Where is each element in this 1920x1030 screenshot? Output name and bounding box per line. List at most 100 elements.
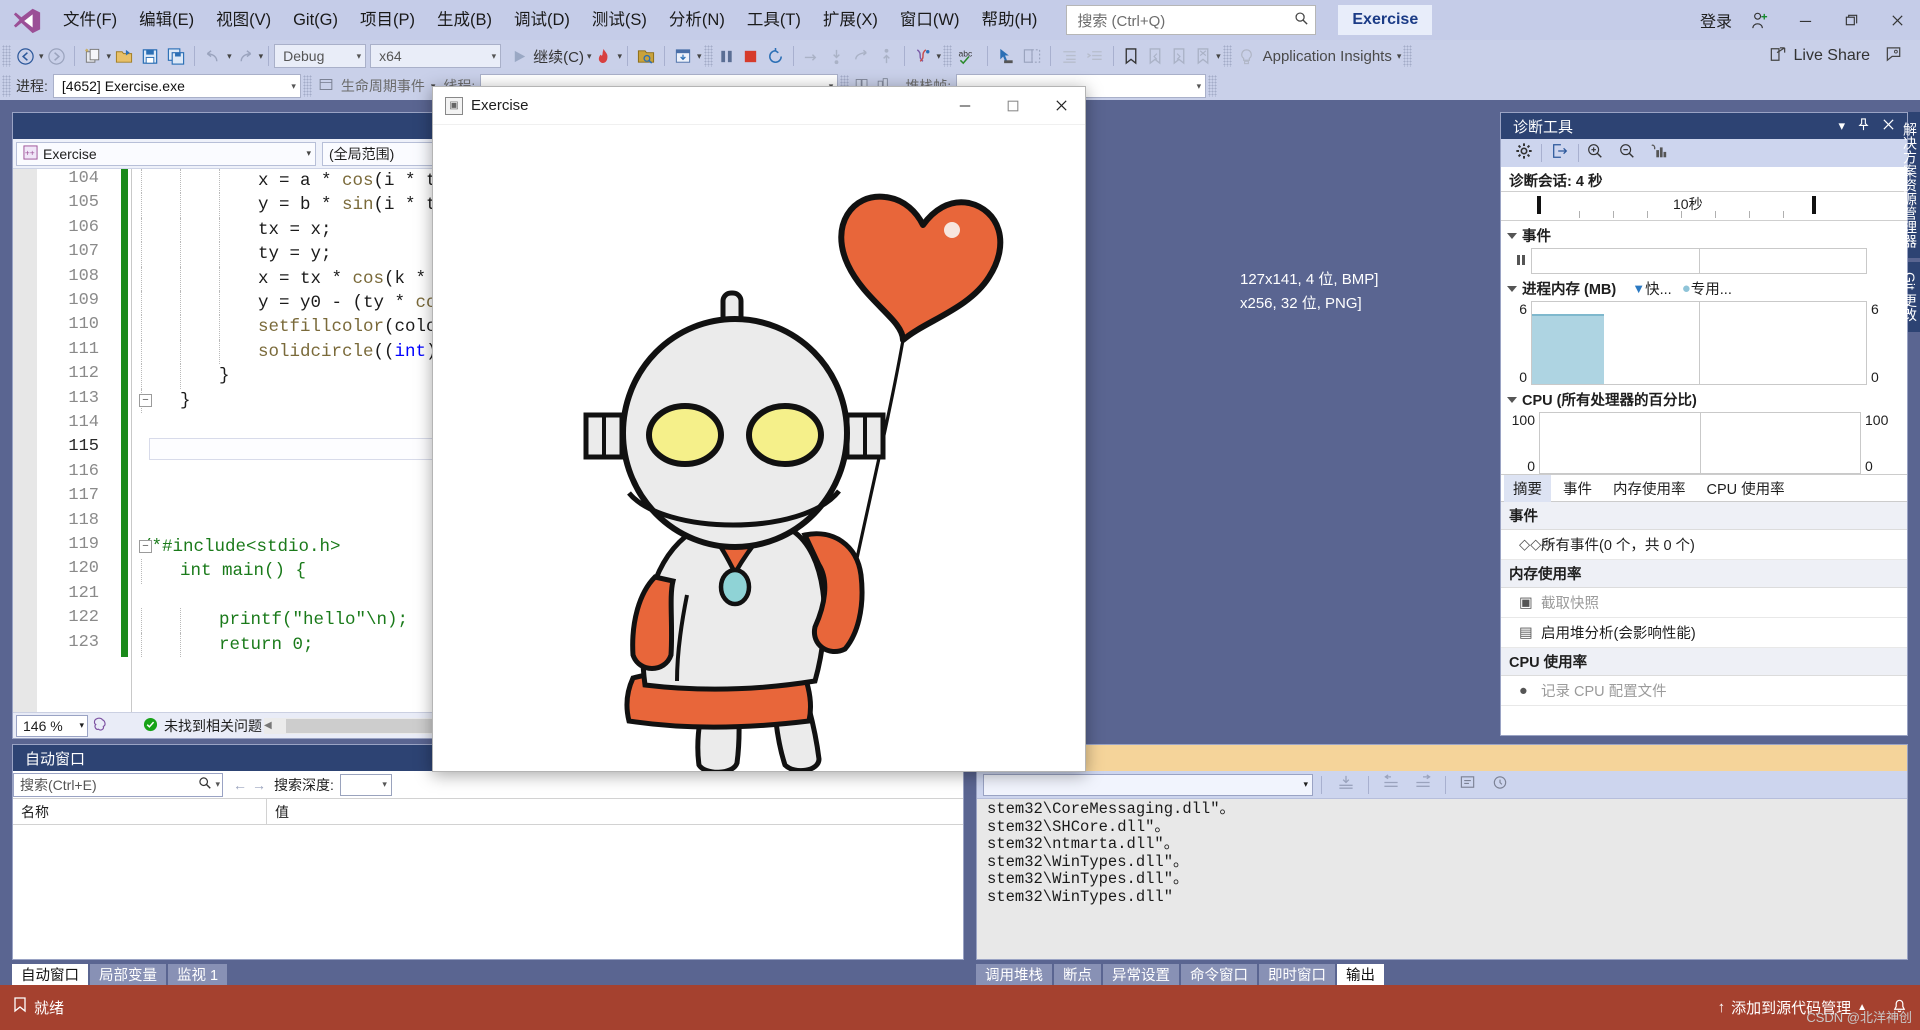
step-over-icon[interactable] <box>799 42 824 70</box>
menu-build[interactable]: 生成(B) <box>426 0 503 40</box>
build-configuration-select[interactable]: Debug ▾ <box>274 44 367 68</box>
menu-test[interactable]: 测试(S) <box>581 0 658 40</box>
toolbar-grip[interactable] <box>2 45 11 67</box>
bookmark-clear-icon[interactable] <box>1191 42 1215 70</box>
autos-col-name[interactable]: 名称 <box>13 799 267 824</box>
intellicode-icon[interactable] <box>90 716 117 736</box>
cpu-graph[interactable] <box>1539 412 1861 474</box>
save-icon[interactable] <box>137 42 163 70</box>
vtab-git-changes[interactable]: Git 更改 <box>1902 262 1920 332</box>
build-platform-select[interactable]: x64 ▾ <box>370 44 502 68</box>
chart-icon[interactable] <box>1643 142 1675 164</box>
word-wrap-icon[interactable] <box>1407 774 1439 795</box>
dtab-summary[interactable]: 摘要 <box>1504 474 1551 502</box>
output-source-select[interactable]: ▾ <box>983 773 1313 796</box>
redo-dropdown-icon[interactable]: ▾ <box>259 51 264 62</box>
stop-icon[interactable] <box>739 42 763 70</box>
bookmark-prev-icon[interactable] <box>1143 42 1167 70</box>
menu-extensions[interactable]: 扩展(X) <box>812 0 889 40</box>
continue-button[interactable]: 继续(C) <box>531 46 586 67</box>
toolbar-grip[interactable] <box>703 45 713 67</box>
menu-git[interactable]: Git(G) <box>282 0 349 40</box>
outdent-icon[interactable] <box>1082 42 1108 70</box>
editor-zoom-select[interactable]: 146 % ▾ <box>16 714 88 737</box>
pause-icon[interactable] <box>715 42 739 70</box>
undo-icon[interactable] <box>200 42 226 70</box>
app-insights-dropdown-icon[interactable]: ▾ <box>1397 51 1402 62</box>
cpu-section-header[interactable]: CPU (所有处理器的百分比) <box>1501 385 1907 412</box>
zoom-in-icon[interactable] <box>1579 142 1611 164</box>
add-user-icon[interactable] <box>1736 0 1782 40</box>
scroll-left-icon[interactable]: ◀ <box>264 720 272 731</box>
toolbar-grip[interactable] <box>1222 45 1232 67</box>
events-section-header[interactable]: 事件 <box>1501 221 1907 248</box>
open-file-icon[interactable] <box>111 42 137 70</box>
restart-icon[interactable] <box>763 42 788 70</box>
attach-process-icon[interactable] <box>633 42 659 70</box>
menu-edit[interactable]: 编辑(E) <box>128 0 205 40</box>
step-back-icon[interactable] <box>874 42 899 70</box>
diagnostic-list-item[interactable]: ▣ 截取快照 <box>1501 588 1907 618</box>
menu-window[interactable]: 窗口(W) <box>889 0 971 40</box>
arrow-right-icon[interactable]: → <box>252 777 274 793</box>
find-icon[interactable] <box>1452 774 1484 795</box>
diagnostic-list-item[interactable]: ● 记录 CPU 配置文件 <box>1501 676 1907 706</box>
memory-section-header[interactable]: 进程内存 (MB) ▼ 快... ● 专用... <box>1501 274 1907 301</box>
chevron-down-icon[interactable]: ▾ <box>212 779 220 790</box>
break-all-icon[interactable] <box>670 42 696 70</box>
feedback-icon[interactable] <box>1870 45 1920 67</box>
go-to-message-icon[interactable] <box>1330 774 1362 795</box>
toolbar-grip[interactable] <box>943 45 953 67</box>
minimize-icon[interactable] <box>941 87 989 125</box>
toolbar-grip[interactable] <box>1208 75 1218 97</box>
code-fold-toggle[interactable]: − <box>139 393 152 407</box>
start-debug-icon[interactable] <box>507 42 531 70</box>
close-icon[interactable] <box>1876 118 1901 134</box>
dtab-memory-usage[interactable]: 内存使用率 <box>1604 475 1695 502</box>
vtab-solution-explorer[interactable]: 解决方案资源管理器 <box>1902 112 1920 258</box>
navigate-back-icon[interactable] <box>13 42 38 70</box>
dtab-cpu-usage[interactable]: CPU 使用率 <box>1698 475 1794 502</box>
toolbar-grip[interactable] <box>302 75 312 97</box>
output-text[interactable]: stem32\CoreMessaging.dll"。 stem32\SHCore.… <box>977 799 1907 959</box>
gear-icon[interactable] <box>1507 142 1541 164</box>
hot-reload-dropdown-icon[interactable]: ▾ <box>617 51 622 62</box>
settings-icon[interactable] <box>1484 774 1516 795</box>
memory-graph[interactable] <box>1531 301 1867 385</box>
compare-files-icon[interactable] <box>1019 42 1045 70</box>
bookmark-next-icon[interactable] <box>1167 42 1191 70</box>
menu-view[interactable]: 视图(V) <box>205 0 282 40</box>
step-out-icon[interactable] <box>849 42 874 70</box>
chevron-down-icon[interactable]: ▾ <box>1832 118 1851 134</box>
live-share-icon[interactable] <box>1762 45 1794 67</box>
code-fold-toggle[interactable]: − <box>139 540 152 553</box>
lifecycle-events-icon[interactable] <box>314 77 338 95</box>
threads-dropdown-icon[interactable]: ▾ <box>937 51 942 62</box>
dtab-events[interactable]: 事件 <box>1554 475 1601 502</box>
threads-icon[interactable] <box>910 42 936 70</box>
diagnostic-list-item[interactable]: ◇◇◇ 所有事件(0 个，共 0 个) <box>1501 530 1907 560</box>
new-project-icon[interactable] <box>80 42 106 70</box>
menu-analyze[interactable]: 分析(N) <box>658 0 736 40</box>
arrow-left-icon[interactable]: ← <box>223 777 252 793</box>
editor-project-select[interactable]: ++ Exercise ▾ <box>16 141 316 166</box>
process-select[interactable]: [4652] Exercise.exe ▾ <box>52 74 301 98</box>
lifecycle-events-label[interactable]: 生命周期事件 <box>338 76 430 96</box>
autos-col-value[interactable]: 值 <box>267 799 963 824</box>
close-icon[interactable] <box>1037 87 1085 125</box>
live-share-button[interactable]: Live Share <box>1794 47 1871 65</box>
hot-reload-icon[interactable] <box>591 42 616 70</box>
select-element-icon[interactable] <box>993 42 1019 70</box>
application-insights-button[interactable]: Application Insights <box>1259 48 1396 65</box>
bookmark-dropdown-icon[interactable]: ▾ <box>1216 51 1221 62</box>
pin-icon[interactable] <box>1851 118 1876 134</box>
global-search-input[interactable]: 搜索 (Ctrl+Q) <box>1066 5 1317 35</box>
scroll-thumb[interactable] <box>285 718 446 733</box>
events-graph[interactable] <box>1531 248 1867 274</box>
menu-help[interactable]: 帮助(H) <box>970 0 1048 40</box>
toolbar-grip[interactable] <box>2 75 11 97</box>
clear-output-icon[interactable] <box>1375 774 1407 795</box>
menu-debug[interactable]: 调试(D) <box>503 0 581 40</box>
search-depth-select[interactable]: ▾ <box>339 773 392 796</box>
maximize-icon[interactable] <box>989 87 1037 125</box>
